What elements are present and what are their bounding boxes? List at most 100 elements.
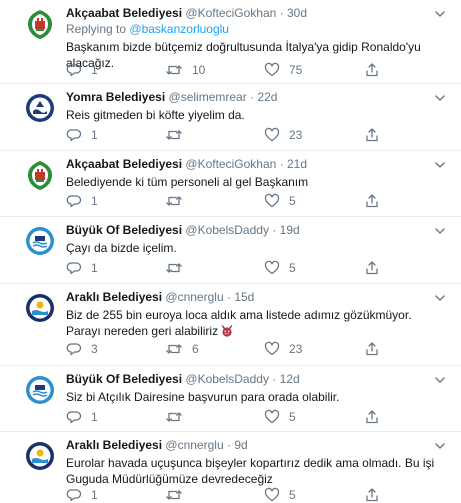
share-button[interactable] [364, 193, 380, 209]
tweet-text: Biz de 255 bin euroya loca aldık ama lis… [66, 308, 412, 338]
author-handle[interactable]: @cnnerglu [165, 290, 223, 304]
avatar-akcaabat[interactable] [24, 8, 56, 40]
replying-to-mention[interactable]: @baskanzorluoglu [129, 22, 229, 36]
like-button[interactable]: 23 [264, 127, 302, 143]
retweet-icon [166, 490, 182, 500]
avatar-buyuk-of[interactable] [24, 374, 56, 406]
timestamp[interactable]: 19d [280, 223, 300, 237]
separator-dot: · [226, 290, 231, 304]
retweet-button[interactable] [165, 409, 192, 425]
more-options-chevron-icon[interactable] [433, 224, 447, 238]
timestamp[interactable]: 22d [257, 90, 277, 104]
author-handle[interactable]: @KofteciGokhan [185, 157, 276, 171]
share-icon [366, 410, 378, 424]
tweet-text: Başkanım bizde bütçemiz doğrultusunda İt… [66, 40, 421, 70]
author-name[interactable]: Araklı Belediyesi [66, 438, 162, 452]
tweet[interactable]: Araklı Belediyesi @cnnerglu · 9d Eurolar… [0, 432, 461, 503]
author-handle[interactable]: @selimemrear [169, 90, 247, 104]
more-options-chevron-icon[interactable] [433, 158, 447, 172]
like-button[interactable]: 5 [264, 487, 296, 503]
retweet-icon [166, 130, 182, 140]
share-button[interactable] [364, 260, 380, 276]
retweet-button[interactable] [165, 487, 192, 503]
share-button[interactable] [364, 341, 380, 357]
share-icon [366, 261, 378, 275]
avatar-akcaabat[interactable] [24, 159, 56, 191]
reply-icon [66, 262, 82, 275]
reply-button[interactable]: 1 [66, 127, 98, 143]
reply-button[interactable]: 1 [66, 409, 98, 425]
reply-button[interactable]: 1 [66, 260, 98, 276]
like-count: 23 [289, 342, 303, 356]
avatar-arakli[interactable] [24, 440, 56, 472]
like-button[interactable]: 5 [264, 193, 296, 209]
share-button[interactable] [364, 409, 380, 425]
tweet[interactable]: Akçaabat Belediyesi @KofteciGokhan · 30d… [0, 0, 461, 84]
heart-icon [264, 62, 280, 77]
more-options-chevron-icon[interactable] [433, 373, 447, 387]
tweet-text: Eurolar havada uçuşunca bişeyler kopartı… [66, 456, 435, 486]
retweet-button[interactable] [165, 127, 192, 143]
separator-dot: · [226, 438, 231, 452]
retweet-icon [166, 263, 182, 273]
share-button[interactable] [364, 62, 380, 78]
arakli-emblem-icon [24, 440, 56, 472]
more-options-chevron-icon[interactable] [433, 439, 447, 453]
author-name[interactable]: Araklı Belediyesi [66, 290, 162, 304]
avatar-arakli[interactable] [24, 292, 56, 324]
like-button[interactable]: 75 [264, 62, 302, 78]
timestamp[interactable]: 9d [234, 438, 247, 452]
tweet[interactable]: Büyük Of Belediyesi @KobelsDaddy · 12d S… [0, 366, 461, 432]
reply-icon [66, 343, 82, 356]
author-name[interactable]: Yomra Belediyesi [66, 90, 165, 104]
reply-button[interactable]: 1 [66, 62, 98, 78]
author-name[interactable]: Büyük Of Belediyesi [66, 223, 182, 237]
author-handle[interactable]: @KofteciGokhan [185, 6, 276, 20]
avatar-buyuk-of[interactable] [24, 225, 56, 257]
retweet-button[interactable] [165, 260, 192, 276]
more-options-chevron-icon[interactable] [433, 7, 447, 21]
author-handle[interactable]: @KobelsDaddy [185, 223, 269, 237]
like-button[interactable]: 23 [264, 341, 302, 357]
replying-prefix: Replying to [66, 22, 127, 36]
avatar-yomra[interactable] [24, 92, 56, 124]
author-name[interactable]: Akçaabat Belediyesi [66, 6, 182, 20]
retweet-icon [166, 344, 182, 354]
reply-icon [66, 411, 82, 424]
author-name[interactable]: Akçaabat Belediyesi [66, 157, 182, 171]
retweet-count: 6 [192, 342, 199, 356]
share-icon [366, 488, 378, 502]
reply-count: 1 [91, 261, 98, 275]
timestamp[interactable]: 12d [280, 372, 300, 386]
more-options-chevron-icon[interactable] [433, 91, 447, 105]
tweet[interactable]: Araklı Belediyesi @cnnerglu · 15d Biz de… [0, 284, 461, 366]
share-icon [366, 342, 378, 356]
like-button[interactable]: 5 [264, 409, 296, 425]
timestamp[interactable]: 15d [234, 290, 254, 304]
tweet-text-block: Biz de 255 bin euroya loca aldık ama lis… [66, 307, 449, 339]
share-button[interactable] [364, 127, 380, 143]
tweet[interactable]: Yomra Belediyesi @selimemrear · 22d Reis… [0, 84, 461, 151]
tweet[interactable]: Büyük Of Belediyesi @KobelsDaddy · 19d Ç… [0, 217, 461, 284]
author-handle[interactable]: @KobelsDaddy [185, 372, 269, 386]
timestamp[interactable]: 21d [287, 157, 307, 171]
retweet-icon [166, 196, 182, 206]
reply-button[interactable]: 3 [66, 341, 98, 357]
more-options-chevron-icon[interactable] [433, 291, 447, 305]
reply-button[interactable]: 1 [66, 487, 98, 503]
share-button[interactable] [364, 487, 380, 503]
timestamp[interactable]: 30d [287, 6, 307, 20]
retweet-button[interactable] [165, 193, 192, 209]
like-button[interactable]: 5 [264, 260, 296, 276]
author-handle[interactable]: @cnnerglu [165, 438, 223, 452]
retweet-button[interactable]: 6 [165, 341, 199, 357]
reply-icon [66, 64, 82, 77]
tweet-text: Belediyende ki tüm personeli al gel Başk… [66, 175, 309, 189]
tweet[interactable]: Akçaabat Belediyesi @KofteciGokhan · 21d… [0, 151, 461, 217]
retweet-button[interactable]: 10 [165, 62, 205, 78]
like-count: 5 [289, 194, 296, 208]
reply-button[interactable]: 1 [66, 193, 98, 209]
heart-icon [264, 127, 280, 142]
heart-icon [264, 487, 280, 502]
author-name[interactable]: Büyük Of Belediyesi [66, 372, 182, 386]
